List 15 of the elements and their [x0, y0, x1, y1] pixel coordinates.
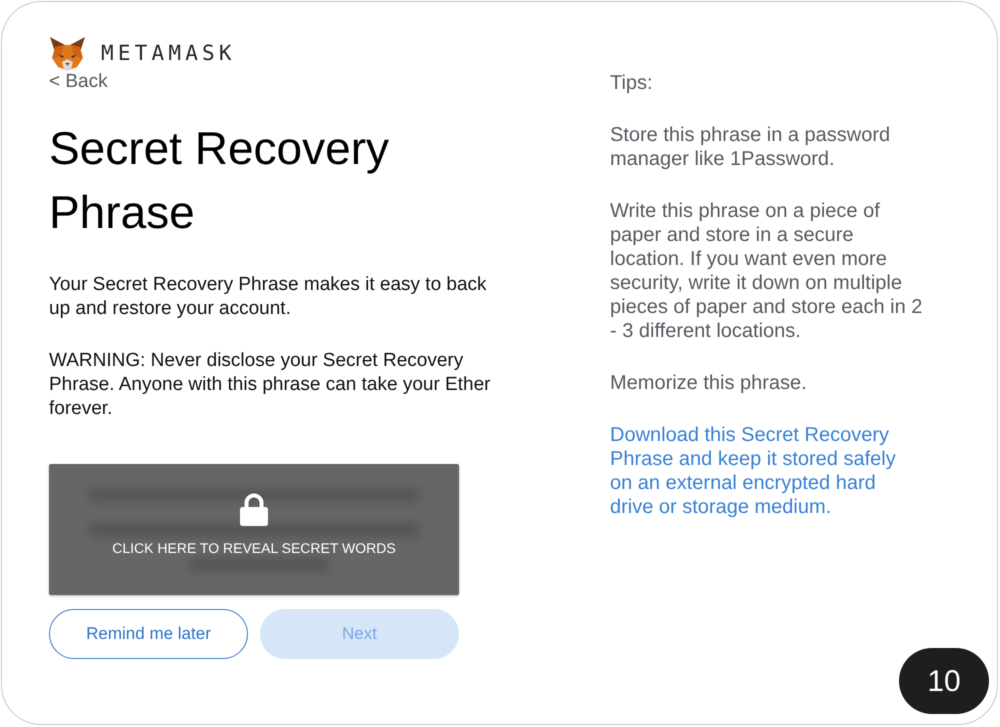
download-phrase-link[interactable]: Download this Secret Recovery Phrase and keep it stored safely on an external encrypted hard drive or storage medium. — [610, 423, 923, 519]
step-badge: 10 — [899, 648, 989, 714]
tip-text: Memorize this phrase. — [610, 371, 808, 395]
warning-text: WARNING: Never disclose your Secret Recovery Phrase. Anyone with this phrase can take your Ether forever. — [49, 349, 492, 421]
fox-logo-icon — [49, 36, 86, 70]
wordmark: METAMASK — [101, 42, 236, 64]
back-link[interactable]: < Back — [49, 70, 108, 94]
tips-heading: Tips: — [610, 71, 654, 95]
page-title: Secret Recovery Phrase — [49, 121, 390, 240]
reveal-secret-panel[interactable]: CLICK HERE TO REVEAL SECRET WORDS — [49, 464, 459, 595]
tip-text: Write this phrase on a piece of paper and store in a secure location. If you want even more security, write it down on multiple pieces of paper and store each in 2 - 3 different locations. — [610, 199, 923, 343]
tip-text: Store this phrase in a password manager like 1Password. — [610, 123, 892, 171]
intro-text: Your Secret Recovery Phrase makes it easy to back up and restore your account. — [49, 273, 488, 321]
remind-later-button[interactable]: Remind me later — [49, 609, 248, 659]
lock-icon — [240, 493, 268, 526]
